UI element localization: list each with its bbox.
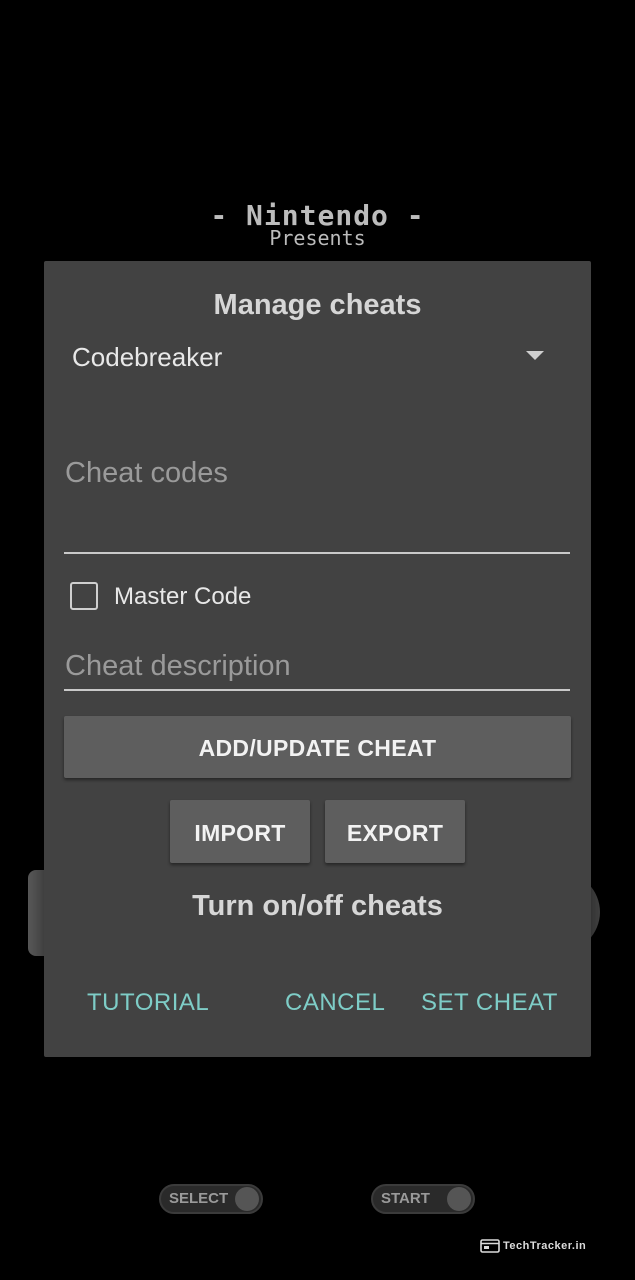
cancel-button[interactable]: CANCEL	[285, 986, 385, 1020]
import-button[interactable]: IMPORT	[170, 800, 310, 863]
set-cheat-button[interactable]: SET CHEAT	[421, 986, 558, 1020]
toggle-cheats-label: Turn on/off cheats	[192, 890, 443, 922]
cheat-codes-input[interactable]: Cheat codes	[64, 452, 570, 554]
tutorial-button[interactable]: TUTORIAL	[87, 986, 209, 1020]
cheat-type-value: Codebreaker	[72, 342, 223, 372]
dialog-title: Manage cheats	[213, 289, 422, 321]
chevron-down-icon	[526, 351, 544, 360]
cheat-description-placeholder: Cheat description	[65, 650, 291, 682]
cheat-codes-placeholder: Cheat codes	[65, 457, 228, 489]
cheat-type-spinner[interactable]: Codebreaker	[64, 336, 570, 378]
add-update-cheat-button[interactable]: ADD/UPDATE CHEAT	[64, 716, 571, 778]
checkbox-unchecked-icon[interactable]	[70, 582, 98, 610]
cheat-description-input[interactable]: Cheat description	[64, 646, 570, 691]
master-code-label: Master Code	[114, 583, 252, 610]
export-button[interactable]: EXPORT	[325, 800, 465, 863]
